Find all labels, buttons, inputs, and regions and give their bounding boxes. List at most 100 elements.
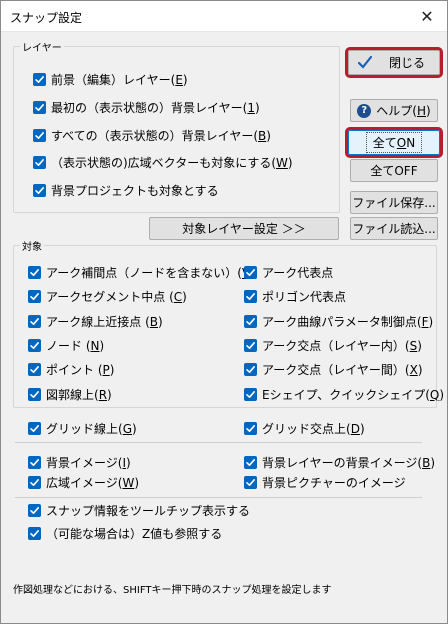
close-button-label: 閉じる: [388, 56, 425, 70]
checkbox-check-icon[interactable]: [33, 183, 46, 197]
option-checkbox-1[interactable]: スナップ情報をツールチップ表示する: [28, 502, 250, 518]
checkbox-check-icon[interactable]: [28, 289, 41, 303]
checkbox-check-icon[interactable]: [28, 314, 41, 328]
target-left-checkbox-5-label: ポイント (P): [46, 362, 115, 377]
target-left-checkbox-2[interactable]: アークセグメント中点 (C): [28, 288, 187, 304]
target-right-checkbox-6[interactable]: Eシェイプ、クイックシェイプ(Q): [244, 386, 444, 402]
target-left-checkbox-2-label: アークセグメント中点 (C): [46, 289, 187, 304]
checkbox-check-icon[interactable]: [244, 387, 257, 401]
checkbox-check-icon[interactable]: [28, 475, 41, 489]
checkbox-check-icon[interactable]: [244, 265, 257, 279]
layer-checkbox-5[interactable]: 背景プロジェクトも対象とする: [33, 182, 219, 198]
layer-checkbox-4[interactable]: （表示状態の)広域ベクターも対象にする(W): [33, 154, 293, 170]
target-right-checkbox-4[interactable]: アーク交点（レイヤー内）(S): [244, 337, 422, 353]
divider-image: [15, 497, 422, 498]
target-right-checkbox-6-label: Eシェイプ、クイックシェイプ(Q): [262, 387, 445, 402]
image-left-checkbox-2[interactable]: 広域イメージ(W): [28, 474, 139, 490]
help-button[interactable]: ? ヘルプ(H): [350, 99, 438, 122]
target-right-checkbox-1-label: アーク代表点: [262, 265, 334, 280]
option-checkbox-2-label: （可能な場合は）Z値も参照する: [46, 526, 223, 541]
layer-checkbox-4-label: （表示状態の)広域ベクターも対象にする(W): [51, 155, 293, 170]
image-left-checkbox-1[interactable]: 背景イメージ(I): [28, 454, 131, 470]
checkbox-check-icon[interactable]: [28, 265, 41, 279]
grid-line-checkbox-label: グリッド線上(G): [46, 421, 137, 436]
checkbox-check-icon[interactable]: [28, 338, 41, 352]
option-checkbox-1-label: スナップ情報をツールチップ表示する: [46, 503, 251, 518]
window-title: スナップ設定: [10, 11, 83, 25]
layer-group-legend: レイヤー: [22, 43, 62, 54]
checkbox-check-icon[interactable]: [28, 362, 41, 376]
help-icon: ?: [357, 103, 372, 118]
target-right-checkbox-4-label: アーク交点（レイヤー内）(S): [262, 338, 422, 353]
status-text: 作図処理などにおける、SHIFTキー押下時のスナップ処理を設定します: [13, 585, 332, 596]
help-button-label: ヘルプ(H): [376, 104, 431, 118]
checkbox-check-icon[interactable]: [33, 100, 46, 114]
all-off-button-label: 全てOFF: [370, 164, 418, 178]
target-right-checkbox-3-label: アーク曲線パラメータ制御点(F): [262, 314, 434, 329]
checkbox-check-icon[interactable]: [28, 421, 41, 435]
load-file-button[interactable]: ファイル読込...: [350, 217, 438, 240]
checkbox-check-icon[interactable]: [244, 455, 257, 469]
checkbox-check-icon[interactable]: [28, 387, 41, 401]
checkbox-check-icon[interactable]: [33, 128, 46, 142]
target-right-checkbox-3[interactable]: アーク曲線パラメータ制御点(F): [244, 313, 433, 329]
grid-intersection-checkbox-label: グリッド交点上(D): [262, 421, 365, 436]
target-left-checkbox-4[interactable]: ノード (N): [28, 337, 104, 353]
layer-checkbox-2-label: 最初の（表示状態の）背景レイヤー(1): [51, 100, 260, 115]
target-group-legend: 対象: [22, 242, 42, 253]
layer-checkbox-3-label: すべての（表示状態の）背景レイヤー(B): [51, 128, 271, 143]
checkbox-check-icon[interactable]: [244, 289, 257, 303]
image-right-checkbox-2[interactable]: 背景ピクチャーのイメージ: [244, 474, 406, 490]
image-left-checkbox-1-label: 背景イメージ(I): [46, 455, 131, 470]
option-checkbox-2[interactable]: （可能な場合は）Z値も参照する: [28, 525, 222, 541]
checkbox-check-icon[interactable]: [244, 338, 257, 352]
layer-checkbox-2[interactable]: 最初の（表示状態の）背景レイヤー(1): [33, 99, 260, 115]
target-left-checkbox-5[interactable]: ポイント (P): [28, 361, 114, 377]
layer-checkbox-1-label: 前景（編集）レイヤー(E): [51, 72, 188, 87]
save-file-button-label: ファイル保存...: [352, 196, 436, 210]
target-layer-settings-label: 対象レイヤー設定 ＞＞: [182, 222, 306, 236]
target-right-checkbox-2[interactable]: ポリゴン代表点: [244, 288, 346, 304]
checkbox-check-icon[interactable]: [244, 314, 257, 328]
target-left-checkbox-1-label: アーク補間点（ノードを含まない）(V): [46, 265, 255, 280]
checkbox-check-icon[interactable]: [244, 421, 257, 435]
target-left-checkbox-6-label: 図郭線上(R): [46, 387, 112, 402]
layer-checkbox-1[interactable]: 前景（編集）レイヤー(E): [33, 71, 188, 87]
checkbox-check-icon[interactable]: [33, 72, 46, 86]
snap-settings-dialog: スナップ設定 ✕ レイヤー 前景（編集）レイヤー(E) 最初の（表示状態の）背景レ…: [0, 0, 448, 624]
checkbox-check-icon[interactable]: [244, 362, 257, 376]
grid-intersection-checkbox[interactable]: グリッド交点上(D): [244, 420, 365, 436]
target-right-checkbox-1[interactable]: アーク代表点: [244, 264, 333, 280]
all-off-button[interactable]: 全てOFF: [350, 159, 438, 182]
check-icon: [357, 54, 373, 73]
target-left-checkbox-3[interactable]: アーク線上近接点 (B): [28, 313, 163, 329]
close-button[interactable]: 閉じる: [345, 47, 443, 78]
target-right-checkbox-5-label: アーク交点（レイヤー間）(X): [262, 362, 423, 377]
target-left-checkbox-1[interactable]: アーク補間点（ノードを含まない）(V): [28, 264, 255, 280]
checkbox-check-icon[interactable]: [33, 155, 46, 169]
checkbox-check-icon[interactable]: [28, 455, 41, 469]
image-right-checkbox-1-label: 背景レイヤーの背景イメージ(B): [262, 455, 436, 470]
load-file-button-label: ファイル読込...: [352, 222, 436, 236]
title-bar: スナップ設定 ✕: [1, 1, 447, 32]
grid-line-checkbox[interactable]: グリッド線上(G): [28, 420, 137, 436]
image-right-checkbox-1[interactable]: 背景レイヤーの背景イメージ(B): [244, 454, 435, 470]
target-layer-settings-button[interactable]: 対象レイヤー設定 ＞＞: [149, 217, 339, 240]
image-left-checkbox-2-label: 広域イメージ(W): [46, 475, 140, 490]
layer-checkbox-5-label: 背景プロジェクトも対象とする: [51, 183, 219, 198]
checkbox-check-icon[interactable]: [244, 475, 257, 489]
target-left-checkbox-4-label: ノード (N): [46, 338, 105, 353]
all-on-button-label: 全てON: [365, 132, 423, 153]
layer-checkbox-3[interactable]: すべての（表示状態の）背景レイヤー(B): [33, 127, 271, 143]
checkbox-check-icon[interactable]: [28, 526, 41, 540]
image-right-checkbox-2-label: 背景ピクチャーのイメージ: [262, 475, 406, 490]
target-right-checkbox-2-label: ポリゴン代表点: [262, 289, 347, 304]
divider-grid: [15, 442, 422, 443]
all-on-button[interactable]: 全てON: [345, 127, 443, 158]
target-left-checkbox-3-label: アーク線上近接点 (B): [46, 314, 163, 329]
target-left-checkbox-6[interactable]: 図郭線上(R): [28, 386, 112, 402]
checkbox-check-icon[interactable]: [28, 503, 41, 517]
target-right-checkbox-5[interactable]: アーク交点（レイヤー間）(X): [244, 361, 423, 377]
close-window-icon[interactable]: ✕: [407, 1, 447, 32]
save-file-button[interactable]: ファイル保存...: [350, 191, 438, 214]
